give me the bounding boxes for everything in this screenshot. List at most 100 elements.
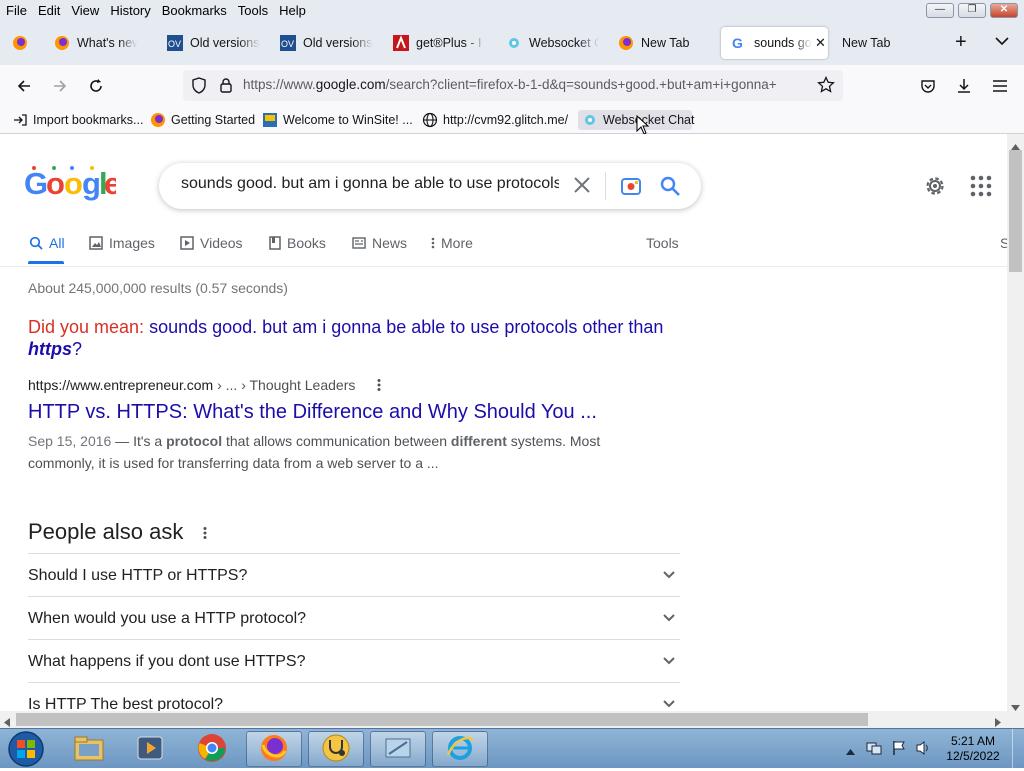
tab-videos[interactable]: Videos	[180, 235, 243, 251]
tab-more-label: More	[441, 235, 473, 251]
taskbar-internet-explorer[interactable]	[432, 731, 488, 767]
tabs-divider	[0, 266, 1007, 267]
search-box[interactable]: sounds good. but am i gonna be able to u…	[159, 163, 701, 209]
google-logo[interactable]: G o o g l e	[24, 164, 121, 205]
taskbar-chrome[interactable]	[184, 731, 240, 767]
adobe-icon	[393, 35, 409, 51]
news-icon	[352, 237, 366, 249]
chevron-down-icon[interactable]	[662, 696, 676, 711]
settings-gear-icon[interactable]	[923, 174, 947, 201]
menu-tools[interactable]: Tools	[238, 3, 268, 18]
bookmark-winsite[interactable]: Welcome to WinSite! ...	[262, 110, 413, 130]
camera-lens-icon[interactable]	[620, 175, 642, 200]
tab-whats-new[interactable]: What's new	[44, 27, 154, 59]
google-results-page: G o o g l e sounds good. but am i gonna …	[0, 134, 1007, 711]
taskbar-media-player[interactable]	[122, 731, 178, 767]
menu-view[interactable]: View	[71, 3, 99, 18]
url-path: /search?client=firefox-b-1-d&q=sounds+go…	[385, 77, 777, 92]
paa-question[interactable]: Should I use HTTP or HTTPS?	[28, 553, 680, 596]
search-input[interactable]: sounds good. but am i gonna be able to u…	[181, 175, 559, 193]
show-desktop-button[interactable]	[1012, 729, 1024, 769]
result-more-options-icon[interactable]	[377, 378, 381, 395]
bookmark-star-icon[interactable]	[817, 75, 835, 97]
close-tab-icon[interactable]: ✕	[815, 35, 826, 51]
taskbar-explorer[interactable]	[61, 731, 117, 767]
show-hidden-icons-arrow[interactable]	[846, 743, 855, 758]
hamburger-menu-icon[interactable]	[987, 73, 1013, 99]
vertical-scrollbar[interactable]	[1007, 134, 1024, 711]
paa-question[interactable]: Is HTTP The best protocol?	[28, 682, 680, 711]
paa-more-options-icon[interactable]	[203, 520, 207, 546]
scroll-corner	[1007, 711, 1024, 728]
system-clock[interactable]: 5:21 AM 12/5/2022	[940, 734, 1006, 764]
paa-question[interactable]: What happens if you dont use HTTPS?	[28, 639, 680, 682]
tab-news[interactable]: News	[352, 235, 407, 251]
tab-websocket[interactable]: Websocket C	[496, 27, 606, 59]
firefox-icon	[54, 35, 70, 51]
url-domain: google.com	[315, 77, 386, 92]
tab-title: Old versions	[303, 36, 373, 50]
pocket-icon[interactable]	[915, 73, 941, 99]
chevron-down-icon[interactable]	[662, 567, 676, 585]
bookmark-import[interactable]: Import bookmarks...	[12, 110, 143, 130]
url-bar[interactable]: https://www.google.com/search?client=fir…	[183, 70, 843, 101]
clear-search-icon[interactable]	[573, 176, 591, 197]
people-also-ask-heading: People also ask	[28, 519, 207, 546]
chevron-down-icon[interactable]	[662, 610, 676, 628]
lock-icon[interactable]	[219, 77, 233, 96]
snippet-part: — It's a	[111, 433, 167, 449]
menu-help[interactable]: Help	[279, 3, 306, 18]
start-button[interactable]	[6, 730, 46, 771]
tab-new-tab-2[interactable]: New Tab	[832, 27, 942, 59]
tab-more[interactable]: More	[431, 235, 473, 251]
horizontal-scroll-thumb[interactable]	[16, 713, 868, 726]
network-tray-icon[interactable]	[866, 740, 882, 759]
bookmark-getting-started[interactable]: Getting Started	[150, 110, 255, 130]
tab-new-tab[interactable]: New Tab	[608, 27, 718, 59]
taskbar-firefox[interactable]	[246, 731, 302, 767]
tab-all[interactable]: All	[29, 235, 65, 251]
taskbar-app-stethoscope[interactable]	[308, 731, 364, 767]
tab-pinned[interactable]	[2, 27, 42, 59]
downloads-icon[interactable]	[951, 73, 977, 99]
forward-button[interactable]	[47, 73, 73, 99]
bookmark-glitch[interactable]: http://cvm92.glitch.me/	[422, 110, 568, 130]
new-tab-plus-icon[interactable]: +	[955, 31, 967, 54]
horizontal-scrollbar[interactable]	[0, 711, 1007, 728]
taskbar-app-window[interactable]	[370, 731, 426, 767]
tab-old-versions-2[interactable]: OV Old versions	[270, 27, 380, 59]
image-icon	[89, 236, 103, 250]
search-icon[interactable]	[659, 175, 681, 200]
chevron-down-icon[interactable]	[662, 653, 676, 671]
back-button[interactable]	[11, 73, 37, 99]
tools-button[interactable]: Tools	[646, 235, 679, 251]
menu-edit[interactable]: Edit	[38, 3, 60, 18]
url-text[interactable]: https://www.google.com/search?client=fir…	[243, 77, 808, 92]
tab-old-versions-1[interactable]: OV Old versions	[157, 27, 267, 59]
paa-question-text: Is HTTP The best protocol?	[28, 696, 224, 711]
bookmark-websocket-chat[interactable]: Websocket Chat	[578, 110, 694, 130]
tab-google-search[interactable]: G sounds go ✕	[721, 27, 828, 59]
vertical-scroll-thumb[interactable]	[1009, 150, 1022, 272]
result-title-link[interactable]: HTTP vs. HTTPS: What's the Difference an…	[28, 401, 597, 424]
action-center-flag-icon[interactable]	[891, 740, 907, 759]
tab-images[interactable]: Images	[89, 235, 155, 251]
safesearch-cut-label[interactable]: S	[1000, 235, 1007, 251]
tab-getplus[interactable]: get®Plus - I	[383, 27, 493, 59]
firefox-icon	[12, 35, 28, 51]
paa-question[interactable]: When would you use a HTTP protocol?	[28, 596, 680, 639]
menu-bookmarks[interactable]: Bookmarks	[162, 3, 227, 18]
menu-history[interactable]: History	[110, 3, 150, 18]
close-window-button[interactable]: ✕	[990, 3, 1018, 18]
restore-button[interactable]: ❐	[958, 3, 986, 18]
minimize-button[interactable]: —	[926, 3, 954, 18]
list-tabs-chevron-icon[interactable]	[995, 34, 1009, 49]
tab-books[interactable]: Books	[269, 235, 326, 251]
websocket-icon	[582, 112, 598, 128]
apps-grid-icon[interactable]	[970, 175, 992, 200]
shield-icon[interactable]	[191, 77, 207, 97]
reload-button[interactable]	[83, 73, 109, 99]
folder-icon	[74, 735, 104, 764]
menu-file[interactable]: File	[6, 3, 27, 18]
volume-speaker-icon[interactable]	[915, 740, 931, 759]
